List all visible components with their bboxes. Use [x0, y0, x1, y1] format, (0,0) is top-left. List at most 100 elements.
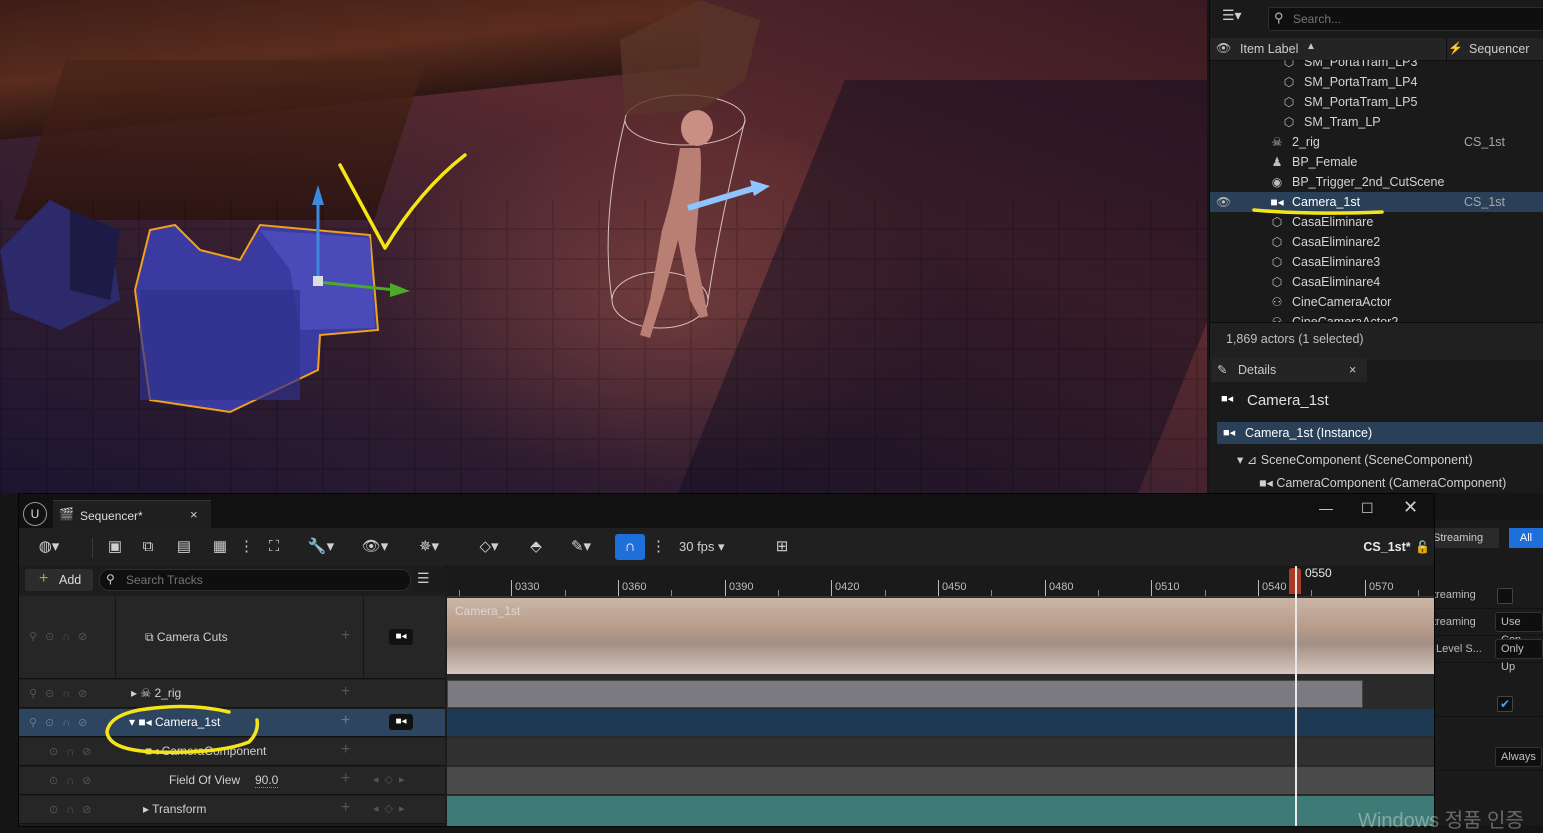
list-item[interactable]: ⬡ CasaEliminare2: [1210, 232, 1543, 252]
dropdown[interactable]: Only Up: [1495, 639, 1543, 673]
track-camera-cuts[interactable]: ⚲⊙∩⊘ ⧉ Camera Cuts + ■◂: [19, 596, 445, 679]
more-icon[interactable]: ⋮: [239, 536, 254, 558]
timeline-area[interactable]: 0330 0360 0390 0420 0450 0480 0510 0540 …: [447, 566, 1434, 826]
track-search[interactable]: ⚲: [99, 569, 411, 591]
list-item[interactable]: ⚇ CineCameraActor2: [1210, 312, 1543, 322]
checkbox[interactable]: [1497, 588, 1513, 604]
camera-lock-button[interactable]: ■◂: [389, 714, 413, 730]
fov-value[interactable]: 90.0: [255, 773, 279, 788]
tab-sequencer[interactable]: 🎬 Sequencer* ×: [53, 500, 211, 529]
outliner-search-input[interactable]: [1291, 10, 1535, 28]
render-movie-icon[interactable]: ▤: [173, 536, 195, 558]
details-tab[interactable]: ✎ Details ×: [1211, 358, 1367, 382]
camera-actor-selected[interactable]: [133, 223, 380, 414]
add-plus-icon[interactable]: +: [341, 683, 350, 701]
more-icon[interactable]: ⋮: [651, 536, 666, 558]
list-item[interactable]: ⬡ SM_PortaTram_LP3: [1210, 60, 1543, 72]
lock-icon[interactable]: 🔓: [1415, 536, 1430, 558]
col-item-label[interactable]: Item Label: [1240, 42, 1298, 56]
filter-icon[interactable]: ☰: [417, 570, 430, 587]
snap-magnet-icon[interactable]: ∩: [615, 534, 645, 560]
keyframe-nav[interactable]: ◂◇▸: [373, 802, 411, 815]
close-window-icon[interactable]: ✕: [1403, 497, 1418, 518]
world-icon[interactable]: ◍▾: [31, 536, 67, 558]
dropdown[interactable]: Use Con: [1495, 612, 1543, 646]
add-plus-icon[interactable]: +: [341, 741, 350, 759]
outliner-search[interactable]: ⚲: [1268, 7, 1543, 31]
camera-component-row-bg[interactable]: [447, 738, 1434, 765]
eye-icon[interactable]: 👁: [1216, 41, 1231, 55]
add-track-button[interactable]: + Add: [25, 569, 93, 591]
camera-lock-button[interactable]: ■◂: [389, 629, 413, 645]
track-controls[interactable]: ⚲⊙∩⊘: [29, 630, 95, 643]
expand-arrow-icon[interactable]: ▸: [143, 802, 149, 816]
add-plus-icon[interactable]: +: [341, 627, 350, 645]
find-asset-icon[interactable]: ⧉: [137, 536, 159, 558]
secondary-camera-mesh[interactable]: [0, 200, 120, 330]
fov-section[interactable]: [447, 767, 1434, 794]
list-item[interactable]: ⚇ CineCameraActor: [1210, 292, 1543, 312]
annotation-circle: [105, 704, 260, 755]
list-item[interactable]: ⬡ SM_PortaTram_LP5: [1210, 92, 1543, 112]
keyframe-nav[interactable]: ◂◇▸: [373, 773, 411, 786]
track-controls[interactable]: ⊙∩⊘: [49, 803, 99, 816]
wrench-icon[interactable]: 🔧▾: [303, 536, 339, 558]
add-plus-icon[interactable]: +: [341, 799, 350, 817]
expand-arrow-icon[interactable]: ▸: [131, 686, 137, 700]
list-item[interactable]: ⬡ SM_Tram_LP: [1210, 112, 1543, 132]
playhead-line[interactable]: [1295, 566, 1297, 826]
female-mannequin[interactable]: [640, 110, 713, 338]
divider: [92, 538, 93, 558]
tab-streaming[interactable]: Streaming: [1433, 528, 1499, 548]
camera-row-bg[interactable]: [447, 709, 1434, 736]
save-icon[interactable]: ▣: [105, 536, 125, 558]
eye-icon[interactable]: 👁▾: [357, 536, 393, 558]
transform-section[interactable]: [447, 796, 1434, 826]
dropdown[interactable]: Always: [1495, 747, 1542, 767]
playback-options-icon[interactable]: ✵▾: [411, 536, 447, 558]
list-item[interactable]: ◉ BP_Trigger_2nd_CutScene: [1210, 172, 1543, 192]
list-item[interactable]: ⬡ CasaEliminare4: [1210, 272, 1543, 292]
level-viewport[interactable]: [0, 0, 1207, 493]
track-controls[interactable]: ⚲⊙∩⊘: [29, 716, 95, 729]
fps-dropdown[interactable]: 30 fps ▾: [679, 536, 741, 558]
actions-icon[interactable]: ⛶: [263, 536, 285, 558]
rig-section-bar[interactable]: [447, 680, 1363, 708]
list-item[interactable]: ⬡ SM_PortaTram_LP4: [1210, 72, 1543, 92]
key-icon[interactable]: ◇▾: [471, 536, 507, 558]
component-row[interactable]: ■◂ CameraComponent (CameraComponent): [1259, 475, 1506, 490]
track-field-of-view[interactable]: ⊙∩⊘ Field Of View 90.0 + ◂◇▸: [19, 767, 445, 795]
tab-all[interactable]: All: [1509, 528, 1543, 548]
component-row-selected[interactable]: ■◂ Camera_1st (Instance): [1217, 422, 1543, 444]
list-item[interactable]: ♟ BP_Female: [1210, 152, 1543, 172]
add-plus-icon[interactable]: +: [341, 712, 350, 730]
track-search-input[interactable]: [124, 571, 398, 589]
track-controls[interactable]: ⊙∩⊘: [49, 745, 99, 758]
checkbox-checked[interactable]: ✔: [1497, 696, 1513, 712]
curve-editor-icon[interactable]: ⊞: [771, 536, 793, 558]
track-controls[interactable]: ⚲⊙∩⊘: [29, 687, 95, 700]
close-icon[interactable]: ×: [190, 507, 198, 522]
camera-cut-section[interactable]: Camera_1st: [447, 598, 1434, 674]
add-plus-icon[interactable]: +: [341, 770, 350, 788]
clapperboard-icon[interactable]: ▦: [209, 536, 231, 558]
col-sequencer[interactable]: Sequencer: [1469, 42, 1529, 56]
details-actor-name[interactable]: Camera_1st: [1247, 392, 1329, 409]
minimize-icon[interactable]: —: [1319, 500, 1333, 516]
list-item[interactable]: ⬡ CasaEliminare3: [1210, 252, 1543, 272]
track-controls[interactable]: ⊙∩⊘: [49, 774, 99, 787]
skeleton-icon: ☠: [1271, 135, 1283, 149]
eye-icon[interactable]: 👁: [1216, 195, 1231, 209]
filter-icon[interactable]: ☰▾: [1222, 7, 1242, 24]
col-divider: [1446, 38, 1447, 60]
component-row[interactable]: ▾ ⊿ SceneComponent (SceneComponent): [1237, 452, 1473, 467]
auto-key-icon[interactable]: ⬘: [525, 536, 547, 558]
edit-mode-icon[interactable]: ✎▾: [563, 536, 599, 558]
close-icon[interactable]: ×: [1349, 358, 1356, 382]
sequence-name[interactable]: CS_1st*: [1361, 536, 1413, 558]
expand-arrow-icon[interactable]: ▾: [1237, 453, 1243, 467]
track-transform[interactable]: ⊙∩⊘ ▸ Transform + ◂◇▸: [19, 796, 445, 824]
maximize-icon[interactable]: ☐: [1361, 500, 1374, 517]
list-item[interactable]: ☠ 2_rig CS_1st: [1210, 132, 1543, 152]
time-ruler[interactable]: 0330 0360 0390 0420 0450 0480 0510 0540 …: [447, 566, 1434, 597]
